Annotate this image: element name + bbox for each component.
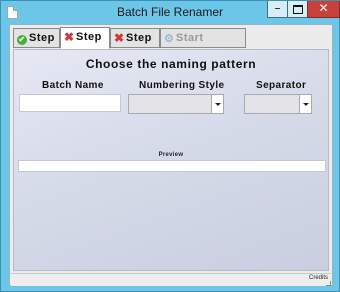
- minimize-button[interactable]: –: [267, 1, 288, 18]
- tab-start-renaming[interactable]: ⚙Start Renaming: [160, 28, 246, 62]
- close-button[interactable]: ✕: [307, 1, 340, 18]
- resize-grip[interactable]: [326, 281, 331, 286]
- page-title: Choose the naming pattern: [85, 57, 257, 71]
- maximize-icon: [292, 5, 303, 14]
- preview-label: Preview: [158, 152, 184, 158]
- numbering-style-label: Numbering Style: [139, 80, 225, 91]
- client-area: ✔Step 1 ✖Step 2 ✖Step 3 ⚙Start Renaming …: [9, 24, 333, 286]
- chevron-down-icon[interactable]: [299, 95, 311, 113]
- chevron-down-icon[interactable]: [211, 95, 223, 113]
- numbering-style-dropdown[interactable]: [128, 94, 224, 114]
- x-icon: ✖: [64, 30, 75, 44]
- tab-step-2[interactable]: ✖Step 2: [60, 27, 110, 61]
- separator-dropdown[interactable]: [244, 94, 312, 114]
- check-icon: ✔: [17, 35, 27, 45]
- batch-name-label: Batch Name: [42, 80, 104, 91]
- title-bar[interactable]: Batch File Renamer – ✕: [1, 1, 340, 24]
- status-bar: Credits: [11, 273, 331, 286]
- preview-field: [18, 160, 326, 172]
- maximize-button[interactable]: [287, 1, 308, 18]
- step-2-panel: Choose the naming pattern Batch Name Num…: [13, 49, 329, 271]
- gear-icon: ⚙: [164, 33, 175, 45]
- batch-name-input[interactable]: [19, 94, 121, 112]
- tab-step-1[interactable]: ✔Step 1: [13, 28, 60, 62]
- x-icon: ✖: [114, 31, 125, 45]
- separator-label: Separator: [256, 80, 307, 91]
- app-window: Batch File Renamer – ✕ ✔Step 1 ✖Step 2 ✖…: [0, 0, 340, 292]
- tab-step-3[interactable]: ✖Step 3: [110, 28, 160, 62]
